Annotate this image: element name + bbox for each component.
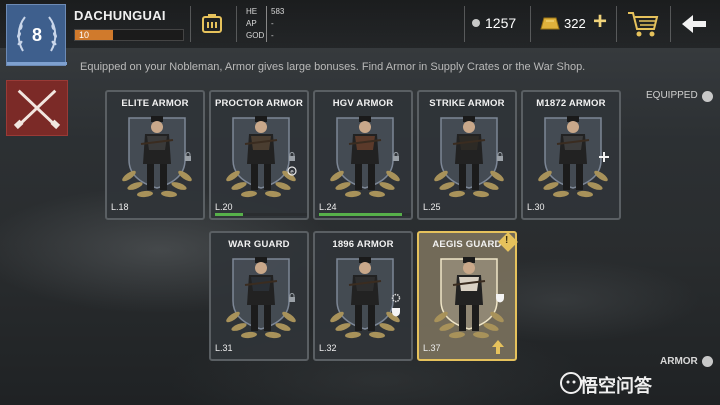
armor-filter-toggle[interactable] [702, 356, 713, 367]
soldier-figure [452, 116, 486, 190]
armor-level: L.31 [215, 343, 233, 353]
add-gold-button[interactable]: + [590, 10, 610, 35]
stat-label: GOD [246, 31, 265, 40]
armor-level: L.30 [527, 202, 545, 212]
divider [530, 6, 531, 42]
soldier-figure [140, 116, 174, 190]
rank-number: 8 [31, 25, 42, 45]
ticket-icon[interactable] [200, 12, 224, 36]
armor-card[interactable]: ELITE ARMOR L.18 [105, 90, 205, 220]
watermark-logo [560, 372, 582, 394]
armor-level: L.20 [215, 202, 233, 212]
armor-card[interactable]: M1872 ARMOR L.30 [521, 90, 621, 220]
stat-label: AP [246, 19, 257, 28]
stat-label: HE [246, 7, 258, 16]
warning-icon: ! [505, 235, 509, 246]
class-selector[interactable] [6, 80, 68, 136]
xp-bar: 10 [74, 29, 184, 41]
armor-name: HGV ARMOR [332, 98, 394, 109]
silver-amount: 1257 [485, 15, 517, 31]
shopping-cart-icon[interactable] [626, 9, 660, 39]
lock-icon [497, 152, 503, 161]
armor-progress-bar [319, 213, 411, 216]
armor-level: L.37 [423, 343, 441, 353]
soldier-figure [244, 257, 278, 331]
lock-icon [289, 152, 295, 161]
armor-level: L.18 [111, 202, 129, 212]
armor-name: ELITE ARMOR [121, 98, 189, 109]
armor-name: 1896 ARMOR [332, 239, 394, 250]
lock-icon [289, 293, 295, 302]
gear-icon [391, 293, 401, 303]
divider [464, 6, 465, 42]
armor-card[interactable]: 1896 ARMOR L.32 [313, 231, 413, 361]
soldier-figure [244, 116, 278, 190]
armor-level: L.32 [319, 343, 337, 353]
stats-panel: HE 583 AP - GOD - [246, 6, 284, 42]
watermark-text: 悟空问答 [580, 376, 652, 396]
armor-card[interactable]: PROCTOR ARMOR L.20 e [209, 90, 309, 220]
rank-badge[interactable]: 8 [6, 4, 67, 66]
stat-row: AP - [246, 18, 284, 30]
divider [616, 6, 617, 42]
player-level: 10 [79, 30, 90, 40]
equipped-filter-toggle[interactable] [702, 91, 713, 102]
back-arrow-icon[interactable] [680, 12, 708, 36]
gold-amount: 322 [564, 16, 586, 31]
armor-name: PROCTOR ARMOR [214, 98, 304, 109]
page-subtitle: Equipped on your Nobleman, Armor gives l… [80, 61, 586, 73]
silver-coin-icon [472, 19, 480, 27]
player-name: DACHUNGUAI [74, 8, 166, 23]
soldier-figure [556, 116, 590, 190]
gold-bar-icon [540, 17, 560, 30]
rank-progress-bar [7, 62, 67, 65]
armor-name: STRIKE ARMOR [429, 98, 505, 109]
armor-level: L.24 [319, 202, 337, 212]
divider [190, 6, 191, 42]
armor-level: L.25 [423, 202, 441, 212]
lock-icon [185, 152, 191, 161]
armor-progress-fill [215, 213, 243, 216]
armor-filter-label: ARMOR [660, 356, 698, 367]
armor-card[interactable]: WAR GUARD L.31 [209, 231, 309, 361]
armor-name: WAR GUARD [228, 239, 290, 250]
soldier-figure [452, 257, 486, 331]
upgrade-arrow-icon[interactable] [492, 340, 504, 354]
armor-card[interactable]: STRIKE ARMOR L.25 [417, 90, 517, 220]
stat-value: - [266, 18, 274, 30]
coin-icon: e [287, 166, 297, 176]
stat-value: 583 [266, 6, 284, 18]
stat-row: HE 583 [246, 6, 284, 18]
plus-icon [599, 152, 609, 162]
shield-icon [496, 294, 504, 303]
stat-row: GOD - [246, 30, 284, 42]
divider [670, 6, 671, 42]
stat-value: - [266, 30, 274, 42]
lock-icon [393, 152, 399, 161]
soldier-figure [348, 116, 382, 190]
armor-progress-fill [319, 213, 402, 216]
crossed-rifles-icon [13, 89, 61, 130]
divider [236, 6, 237, 42]
armor-name: M1872 ARMOR [536, 98, 606, 109]
shield-icon [392, 308, 400, 317]
soldier-figure [348, 257, 382, 331]
armor-card[interactable]: HGV ARMOR L.24 [313, 90, 413, 220]
armor-progress-bar [215, 213, 307, 216]
equipped-filter-label: EQUIPPED [646, 90, 698, 101]
